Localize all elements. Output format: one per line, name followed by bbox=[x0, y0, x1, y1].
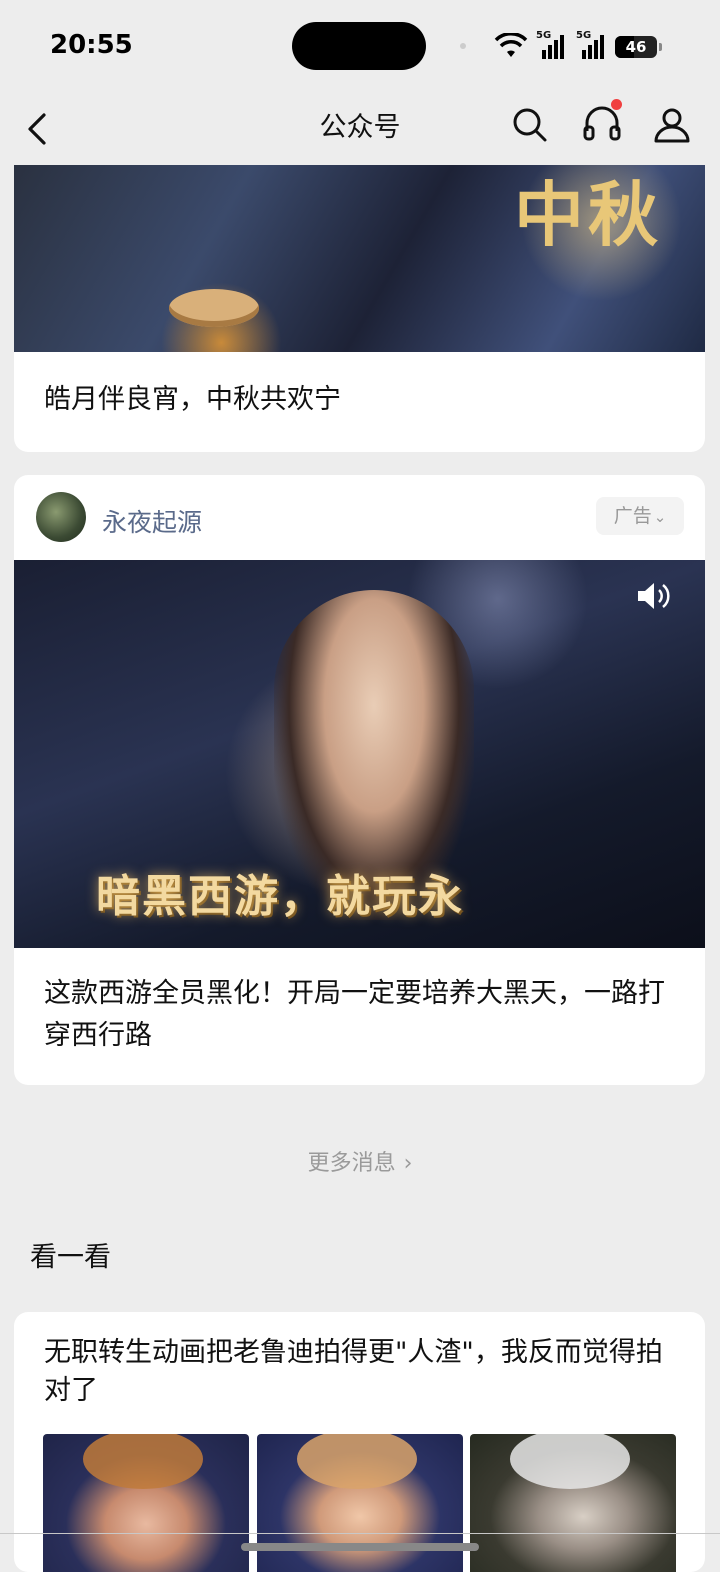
article-cover-image: 中秋 bbox=[14, 165, 705, 352]
banner-calligraphy: 中秋 bbox=[514, 173, 662, 256]
more-messages-label: 更多消息 bbox=[307, 1151, 396, 1176]
chevron-right-icon: › bbox=[403, 1151, 413, 1176]
ad-account-name[interactable]: 永夜起源 bbox=[102, 503, 202, 539]
status-icons: 5G 5G bbox=[494, 30, 608, 62]
status-time: 20:55 bbox=[50, 30, 133, 60]
video-slogan: 暗黑西游，就玩永 bbox=[96, 871, 464, 922]
battery-level: 46 bbox=[625, 38, 647, 56]
chevron-down-icon: ⌄ bbox=[653, 508, 667, 526]
battery-icon: 46 bbox=[615, 36, 662, 58]
home-indicator[interactable] bbox=[241, 1543, 479, 1551]
divider bbox=[0, 1533, 720, 1534]
status-bar: 20:55 5G 5G 46 bbox=[0, 0, 720, 95]
more-messages-link[interactable]: 更多消息 › bbox=[308, 1145, 413, 1177]
ad-video[interactable]: 暗黑西游，就玩永 bbox=[14, 560, 705, 948]
back-button[interactable] bbox=[20, 107, 56, 151]
network-type-1: 5G bbox=[536, 30, 552, 41]
audio-button[interactable] bbox=[578, 99, 626, 147]
privacy-indicator bbox=[460, 43, 466, 49]
article-card[interactable]: 中秋 皓月伴良宵，中秋共欢宁 bbox=[14, 165, 705, 452]
recommend-article-title: 无职转生动画把老鲁迪拍得更"人渣"，我反而觉得拍对了 bbox=[44, 1337, 663, 1406]
chevron-left-icon bbox=[28, 113, 46, 145]
notification-dot bbox=[611, 99, 622, 110]
ad-title: 这款西游全员黑化！开局一定要培养大黑天，一路打穿西行路 bbox=[44, 978, 665, 1051]
ad-label-button[interactable]: 广告 ⌄ bbox=[596, 497, 684, 535]
thumbnail-graphic bbox=[83, 1434, 203, 1489]
network-type-2: 5G bbox=[576, 30, 592, 41]
ad-label: 广告 bbox=[613, 505, 652, 527]
nav-bar: 公众号 bbox=[0, 95, 720, 165]
battery-cap bbox=[659, 43, 662, 51]
search-button[interactable] bbox=[508, 103, 552, 147]
avatar[interactable] bbox=[36, 492, 86, 542]
ad-card[interactable]: 永夜起源 广告 ⌄ 暗黑西游，就玩永 这款西游全员黑化！开局一定要培养大黑天，一路… bbox=[14, 475, 705, 1085]
article-thumbnail bbox=[43, 1434, 249, 1572]
profile-icon bbox=[654, 108, 690, 143]
thumbnail-graphic bbox=[297, 1434, 417, 1489]
sound-button[interactable] bbox=[634, 578, 674, 614]
article-title: 皓月伴良宵，中秋共欢宁 bbox=[44, 384, 341, 415]
article-thumbnail bbox=[257, 1434, 463, 1572]
cellular-signal-2: 5G bbox=[576, 30, 608, 60]
thumbnail-graphic bbox=[510, 1434, 630, 1489]
section-title: 看一看 bbox=[30, 1242, 111, 1273]
wifi-icon bbox=[494, 33, 528, 57]
dynamic-island bbox=[292, 22, 426, 70]
mooncake-graphic bbox=[169, 289, 259, 327]
cellular-signal-1: 5G bbox=[536, 30, 568, 60]
profile-button[interactable] bbox=[650, 103, 694, 147]
search-icon bbox=[513, 108, 547, 142]
article-thumbnail bbox=[470, 1434, 676, 1572]
speaker-icon bbox=[638, 583, 670, 609]
more-messages: 更多消息 › bbox=[0, 1145, 720, 1177]
